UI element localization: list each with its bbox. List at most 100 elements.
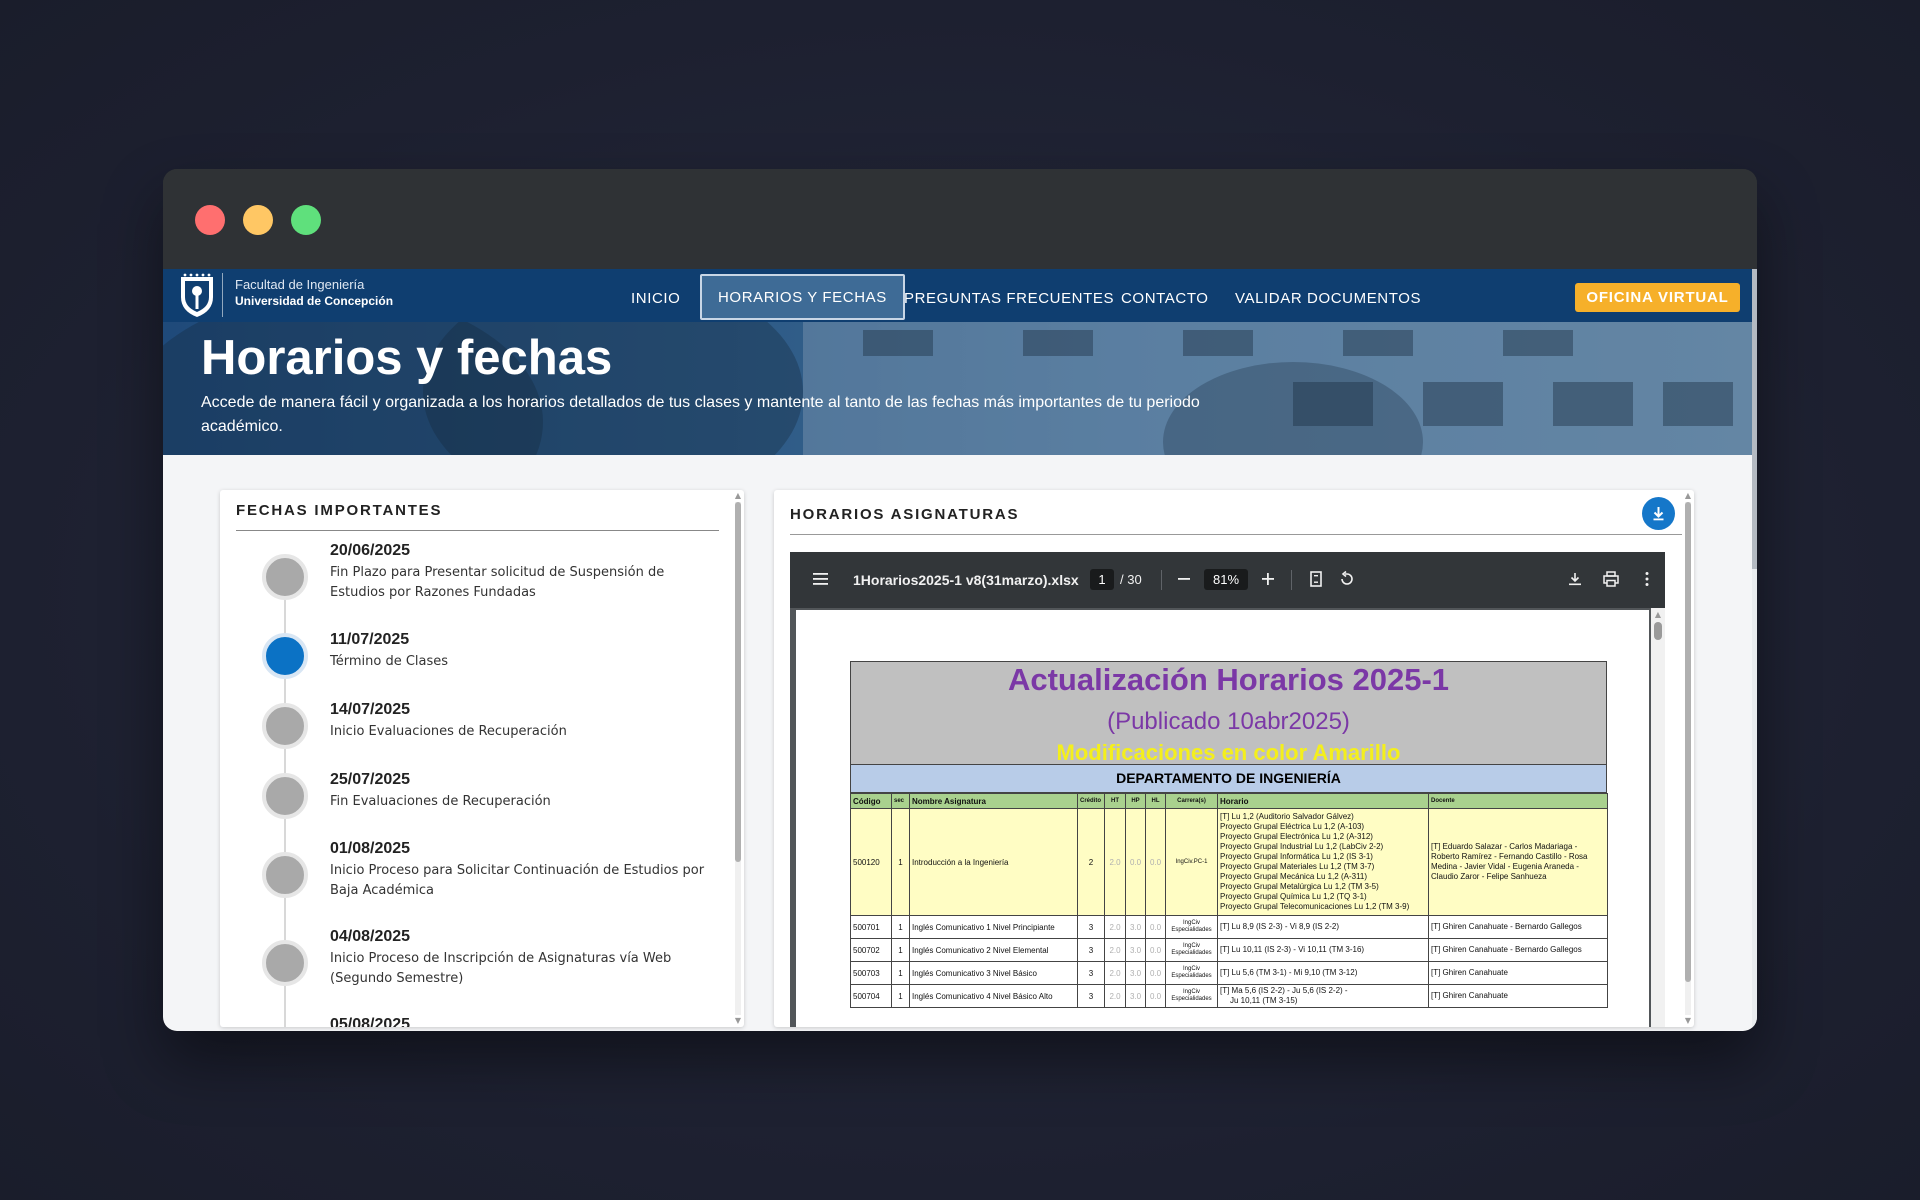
cell-hl: 0.0 xyxy=(1145,984,1166,1008)
horarios-scroll-thumb[interactable] xyxy=(1685,502,1691,982)
zoom-out-icon[interactable] xyxy=(1175,570,1193,592)
pdf-download-icon[interactable] xyxy=(1566,570,1584,592)
cell-codigo: 500704 xyxy=(850,984,892,1008)
cell-carrera: IngCiv.PC-1 xyxy=(1165,808,1218,916)
timeline-date: 25/07/2025 xyxy=(330,771,411,788)
cell-carrera: IngCiv Especialidades xyxy=(1165,961,1218,985)
cell-sec: 1 xyxy=(891,984,910,1008)
sheet-title: Actualización Horarios 2025-1 xyxy=(1007,662,1450,697)
scroll-up-icon[interactable]: ▲ xyxy=(734,492,742,500)
cell-codigo: 500702 xyxy=(850,938,892,962)
window-titlebar xyxy=(163,169,1757,269)
pdf-scroll-up-icon[interactable]: ▲ xyxy=(1654,611,1662,619)
pdf-scrollbar[interactable]: ▲ xyxy=(1651,608,1665,1027)
sheet-subtitle: (Publicado 10abr2025) xyxy=(1107,708,1350,735)
menu-icon[interactable] xyxy=(812,570,830,592)
cell-nombre: Inglés Comunicativo 4 Nivel Básico Alto xyxy=(909,984,1078,1008)
timeline-text: Inicio Evaluaciones de Recuperación xyxy=(330,724,567,739)
nav-validar-documentos[interactable]: VALIDAR DOCUMENTOS xyxy=(1235,275,1421,322)
hero-bg-window xyxy=(1423,382,1503,426)
university-logo[interactable] xyxy=(173,271,221,319)
nav-contacto[interactable]: CONTACTO xyxy=(1121,275,1209,322)
table-row: 500702 1 Inglés Comunicativo 2 Nivel Ele… xyxy=(850,938,1608,962)
brand-faculty[interactable]: Facultad de Ingeniería xyxy=(235,277,364,292)
timeline-dot xyxy=(262,554,308,600)
rotate-icon[interactable] xyxy=(1338,570,1356,592)
cell-codigo: 500703 xyxy=(850,961,892,985)
cell-carrera: IngCiv Especialidades xyxy=(1165,938,1218,962)
pdf-scroll-thumb[interactable] xyxy=(1654,622,1662,640)
cell-credito: 3 xyxy=(1077,984,1105,1008)
timeline-dot xyxy=(262,703,308,749)
pdf-viewer: 1Horarios2025-1 v8(31marzo).xlsx 1 / 30 … xyxy=(790,552,1665,1027)
cell-docente: [T] Ghiren Canahuate xyxy=(1428,984,1608,1008)
cell-hl: 0.0 xyxy=(1145,915,1166,939)
page-scrollbar[interactable] xyxy=(1752,269,1757,1031)
cell-credito: 3 xyxy=(1077,961,1105,985)
col-header: Docente xyxy=(1428,793,1608,809)
timeline-text: Inicio Proceso de Inscripción de Asignat… xyxy=(330,951,672,986)
timeline-text: Inicio Proceso para Solicitar Continuaci… xyxy=(330,863,705,898)
table-row: 500703 1 Inglés Comunicativo 3 Nivel Bás… xyxy=(850,961,1608,985)
scroll-down-icon[interactable]: ▼ xyxy=(1684,1017,1692,1025)
timeline-date: 01/08/2025 xyxy=(330,840,411,857)
cell-nombre: Inglés Comunicativo 3 Nivel Básico xyxy=(909,961,1078,985)
horarios-title-divider xyxy=(790,534,1682,535)
horario-line: Proyecto Grupal Industrial Lu 1,2 (LabCi… xyxy=(1220,842,1384,851)
horario-line: Proyecto Grupal Telecomunicaciones Lu 1,… xyxy=(1220,902,1410,911)
more-options-icon[interactable] xyxy=(1638,570,1656,592)
toolbar-divider xyxy=(1291,570,1292,590)
close-window-button[interactable] xyxy=(195,205,225,235)
pdf-filename: 1Horarios2025-1 v8(31marzo).xlsx xyxy=(853,572,1079,588)
scroll-up-icon[interactable]: ▲ xyxy=(1684,492,1692,500)
cell-nombre: Inglés Comunicativo 2 Nivel Elemental xyxy=(909,938,1078,962)
col-header: HL xyxy=(1145,793,1166,809)
maximize-window-button[interactable] xyxy=(291,205,321,235)
horario-line: Proyecto Grupal Eléctrica Lu 1,2 (A-103) xyxy=(1220,822,1365,831)
cell-hp: 3.0 xyxy=(1125,938,1146,962)
horarios-scrollbar[interactable]: ▲ ▼ xyxy=(1684,492,1692,1025)
nav-preguntas-frecuentes[interactable]: PREGUNTAS FRECUENTES xyxy=(904,275,1114,322)
zoom-in-icon[interactable] xyxy=(1259,570,1277,592)
horario-line: Proyecto Grupal Informática Lu 1,2 (IS 3… xyxy=(1220,852,1373,861)
timeline-dot xyxy=(262,940,308,986)
cell-hl: 0.0 xyxy=(1145,938,1166,962)
col-header: Crédito xyxy=(1077,793,1105,809)
fechas-scroll-thumb[interactable] xyxy=(735,502,741,862)
cell-horario: [T] Lu 5,6 (TM 3-1) - Mi 9,10 (TM 3-12) xyxy=(1217,961,1429,985)
brand-university[interactable]: Universidad de Concepción xyxy=(235,294,393,308)
pdf-page-input[interactable]: 1 xyxy=(1090,569,1114,590)
scroll-down-icon[interactable]: ▼ xyxy=(734,1017,742,1025)
cell-nombre: Inglés Comunicativo 1 Nivel Principiante xyxy=(909,915,1078,939)
cell-sec: 1 xyxy=(891,961,910,985)
horario-line: [T] Lu 1,2 (Auditorio Salvador Gálvez) xyxy=(1220,812,1354,821)
hero-bg-window xyxy=(1663,382,1733,426)
col-header: Carrera(s) xyxy=(1165,793,1218,809)
nav-horarios-y-fechas[interactable]: HORARIOS Y FECHAS xyxy=(700,274,905,320)
oficina-virtual-button[interactable]: OFICINA VIRTUAL xyxy=(1575,283,1740,312)
cell-docente: [T] Ghiren Canahuate xyxy=(1428,961,1608,985)
pdf-zoom-input[interactable]: 81% xyxy=(1204,569,1248,590)
pdf-page: Actualización Horarios 2025-1 (Publicado… xyxy=(796,610,1649,1027)
table-header-row: Código sec Nombre Asignatura Crédito HT … xyxy=(850,793,1608,809)
cell-sec: 1 xyxy=(891,915,910,939)
fechas-scrollbar[interactable]: ▲ ▼ xyxy=(734,492,742,1025)
timeline-text: Término de Clases xyxy=(330,654,449,669)
minimize-window-button[interactable] xyxy=(243,205,273,235)
fechas-panel-title: FECHAS IMPORTANTES xyxy=(236,502,443,519)
toolbar-divider xyxy=(1161,570,1162,590)
horario-line: Proyecto Grupal Mecánica Lu 1,2 (A-311) xyxy=(1220,872,1368,881)
print-icon[interactable] xyxy=(1602,570,1620,592)
col-header: HP xyxy=(1125,793,1146,809)
cell-credito: 3 xyxy=(1077,938,1105,962)
cell-ht: 2.0 xyxy=(1104,808,1126,916)
download-icon xyxy=(1653,507,1664,521)
col-header: Nombre Asignatura xyxy=(909,793,1078,809)
nav-inicio[interactable]: INICIO xyxy=(631,275,680,322)
table-row: 500120 1 Introducción a la Ingeniería 2 … xyxy=(850,808,1608,916)
download-button[interactable] xyxy=(1642,497,1675,530)
fechas-title-divider xyxy=(236,530,719,531)
fit-page-icon[interactable] xyxy=(1307,570,1325,592)
page-scrollbar-thumb[interactable] xyxy=(1752,269,1757,569)
col-header: Horario xyxy=(1217,793,1429,809)
